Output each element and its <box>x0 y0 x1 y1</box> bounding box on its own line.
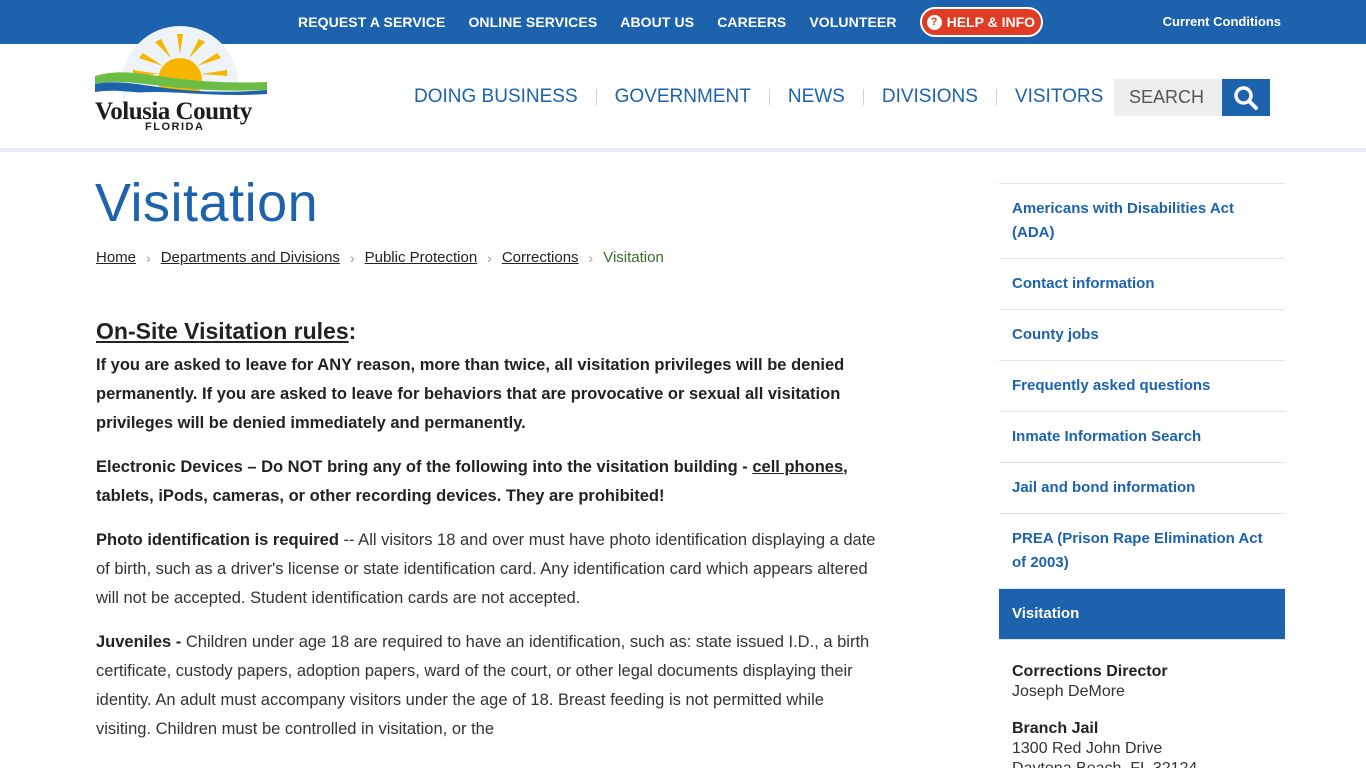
sidebar-item-contact[interactable]: Contact information <box>999 259 1285 310</box>
director-label: Corrections Director <box>1012 663 1168 680</box>
rule-electronics-paragraph: Electronic Devices – Do NOT bring any of… <box>96 453 876 511</box>
help-info-label: HELP & INFO <box>946 14 1036 30</box>
electronics-text-a: Electronic Devices – Do NOT bring any of… <box>96 458 753 476</box>
rule-juveniles-paragraph: Juveniles - Children under age 18 are re… <box>96 628 876 744</box>
sidebar-nav: Americans with Disabilities Act (ADA) Co… <box>999 183 1285 640</box>
chevron-right-icon: › <box>588 249 594 266</box>
sidebar-item-county-jobs[interactable]: County jobs <box>999 310 1285 361</box>
rule-leave-paragraph: If you are asked to leave for ANY reason… <box>96 356 845 432</box>
main-nav: DOING BUSINESS GOVERNMENT NEWS DIVISIONS… <box>414 86 1103 108</box>
site-search <box>1114 79 1270 116</box>
utility-nav: REQUEST A SERVICE ONLINE SERVICES ABOUT … <box>298 0 1044 44</box>
breadcrumb-corrections[interactable]: Corrections <box>502 249 579 266</box>
sidebar-item-prea[interactable]: PREA (Prison Rape Elimination Act of 200… <box>999 514 1285 589</box>
help-info-button[interactable]: ? HELP & INFO <box>919 7 1044 37</box>
branch-jail-city: Daytona Beach, FL 32124 <box>1012 759 1292 768</box>
sidebar-item-inmate-search[interactable]: Inmate Information Search <box>999 412 1285 463</box>
utility-link-online-services[interactable]: ONLINE SERVICES <box>468 14 597 30</box>
utility-link-careers[interactable]: CAREERS <box>717 14 786 30</box>
section-heading-colon: : <box>348 318 357 344</box>
current-conditions-link[interactable]: Current Conditions <box>1163 14 1281 29</box>
nav-divider <box>862 89 864 105</box>
site-header: Volusia County FLORIDA DOING BUSINESS GO… <box>0 26 1366 152</box>
chevron-right-icon: › <box>349 249 355 266</box>
nav-divisions[interactable]: DIVISIONS <box>882 86 978 108</box>
main-content: On-Site Visitation rules: If you are ask… <box>96 318 876 759</box>
sidebar-item-visitation[interactable]: Visitation <box>999 589 1285 640</box>
chevron-right-icon: › <box>487 249 492 266</box>
section-heading-text: On-Site Visitation rules <box>96 318 349 344</box>
section-heading: On-Site Visitation rules: <box>96 318 876 345</box>
nav-news[interactable]: NEWS <box>788 86 845 108</box>
nav-divider <box>595 89 597 105</box>
juveniles-bold: Juveniles - <box>96 633 186 651</box>
nav-divider <box>995 89 997 105</box>
juveniles-text: Children under age 18 are required to ha… <box>96 633 870 738</box>
nav-doing-business[interactable]: DOING BUSINESS <box>414 86 578 108</box>
search-icon <box>1234 85 1258 110</box>
contact-info: Corrections Director Joseph DeMore Branc… <box>1012 662 1292 768</box>
search-input[interactable] <box>1114 79 1222 116</box>
sidebar-item-faq[interactable]: Frequently asked questions <box>999 361 1285 412</box>
sidebar-item-ada[interactable]: Americans with Disabilities Act (ADA) <box>999 184 1285 259</box>
cell-phones-link[interactable]: cell phones <box>752 458 843 476</box>
branch-jail-label: Branch Jail <box>1012 720 1099 737</box>
branch-jail-address: 1300 Red John Drive <box>1012 740 1163 757</box>
chevron-right-icon: › <box>146 249 151 266</box>
page-title: Visitation <box>95 173 319 233</box>
search-button[interactable] <box>1222 79 1270 116</box>
nav-government[interactable]: GOVERNMENT <box>615 86 751 108</box>
breadcrumb: Home › Departments and Divisions › Publi… <box>96 249 664 266</box>
question-icon: ? <box>926 14 942 30</box>
photo-id-bold: Photo identification is required <box>96 531 339 549</box>
rule-photo-id-paragraph: Photo identification is required -- All … <box>96 526 876 613</box>
breadcrumb-current: Visitation <box>603 249 664 266</box>
nav-visitors[interactable]: VISITORS <box>1015 86 1103 108</box>
utility-link-volunteer[interactable]: VOLUNTEER <box>809 14 896 30</box>
director-name: Joseph DeMore <box>1012 683 1125 700</box>
volusia-county-logo[interactable]: Volusia County FLORIDA <box>95 24 267 133</box>
sun-landscape-icon <box>95 26 267 104</box>
breadcrumb-public-protection[interactable]: Public Protection <box>365 249 478 266</box>
logo-subtitle: FLORIDA <box>145 121 205 133</box>
breadcrumb-home[interactable]: Home <box>96 249 136 266</box>
sidebar-item-jail-bond[interactable]: Jail and bond information <box>999 463 1285 514</box>
utility-link-about-us[interactable]: ABOUT US <box>620 14 694 30</box>
utility-link-request-service[interactable]: REQUEST A SERVICE <box>298 14 445 30</box>
breadcrumb-departments[interactable]: Departments and Divisions <box>161 249 340 266</box>
nav-divider <box>768 89 770 105</box>
